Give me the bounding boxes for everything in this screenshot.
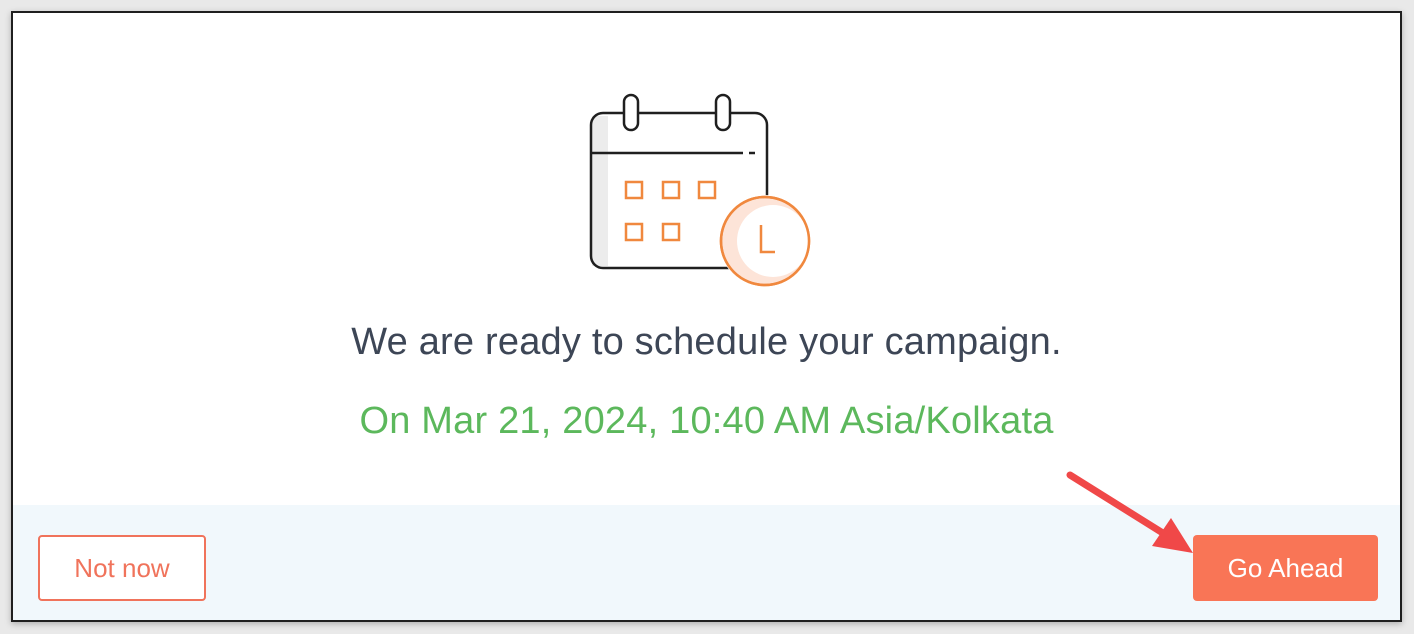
- schedule-confirmation-dialog: We are ready to schedule your campaign. …: [11, 11, 1402, 622]
- go-ahead-button[interactable]: Go Ahead: [1193, 535, 1378, 601]
- dialog-headline: We are ready to schedule your campaign.: [351, 321, 1062, 363]
- schedule-datetime: On Mar 21, 2024, 10:40 AM Asia/Kolkata: [359, 400, 1054, 442]
- calendar-clock-icon: [589, 93, 811, 287]
- not-now-button[interactable]: Not now: [38, 535, 206, 601]
- dialog-footer: Not now Go Ahead: [13, 505, 1400, 620]
- dialog-body: We are ready to schedule your campaign. …: [13, 13, 1400, 505]
